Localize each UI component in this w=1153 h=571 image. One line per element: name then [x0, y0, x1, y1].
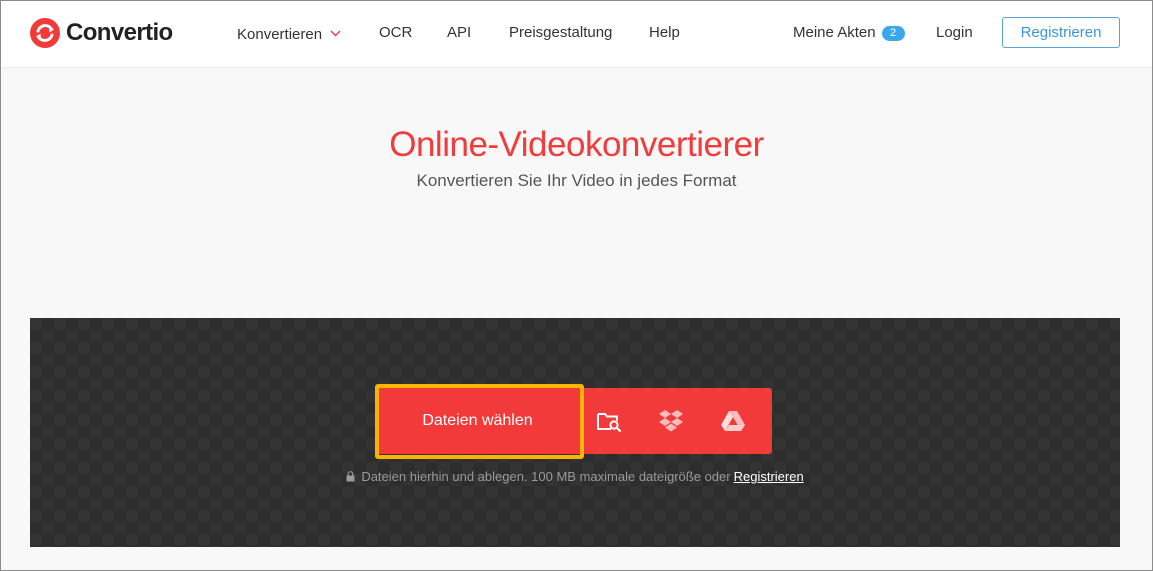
upload-hint: Dateien hierhin und ablegen. 100 MB maxi…	[30, 469, 1120, 485]
files-count-badge: 2	[881, 26, 905, 41]
chevron-down-icon	[330, 24, 341, 42]
my-files-label: Meine Akten	[793, 24, 876, 41]
google-drive-icon	[720, 410, 746, 432]
upload-button-group: Dateien wählen	[375, 384, 772, 459]
nav-api[interactable]: API	[447, 24, 471, 42]
site-header: Convertio Konvertieren OCR API Preisgest…	[1, 1, 1152, 68]
lock-icon	[346, 470, 355, 485]
page-title: Online-Videokonvertierer	[389, 125, 764, 164]
folder-search-icon	[596, 410, 622, 432]
choose-files-button[interactable]: Dateien wählen	[375, 384, 584, 459]
nav-help[interactable]: Help	[649, 24, 680, 42]
folder-search-button[interactable]	[578, 388, 640, 454]
page-subtitle: Konvertieren Sie Ihr Video in jedes Form…	[416, 171, 737, 190]
my-files-link[interactable]: Meine Akten 2	[793, 24, 905, 42]
login-link[interactable]: Login	[936, 24, 973, 42]
logo[interactable]: Convertio	[30, 18, 173, 48]
nav-ocr[interactable]: OCR	[379, 24, 412, 42]
nav-konvertieren-label: Konvertieren	[237, 26, 323, 43]
dropbox-icon	[658, 409, 684, 433]
google-drive-button[interactable]	[702, 388, 764, 454]
dropbox-button[interactable]	[640, 388, 702, 454]
register-button[interactable]: Registrieren	[1002, 17, 1120, 48]
upload-hint-text: Dateien hierhin und ablegen. 100 MB maxi…	[361, 469, 731, 484]
nav-pricing[interactable]: Preisgestaltung	[509, 24, 612, 42]
browser-viewport: Convertio Konvertieren OCR API Preisgest…	[0, 0, 1153, 571]
hint-register-link[interactable]: Registrieren	[734, 469, 804, 484]
logo-text: Convertio	[66, 19, 173, 46]
convertio-logo-icon	[30, 18, 60, 48]
upload-dropzone[interactable]: Dateien wählen Dateien hierhin und ableg…	[30, 318, 1120, 547]
nav-konvertieren[interactable]: Konvertieren	[237, 24, 341, 44]
